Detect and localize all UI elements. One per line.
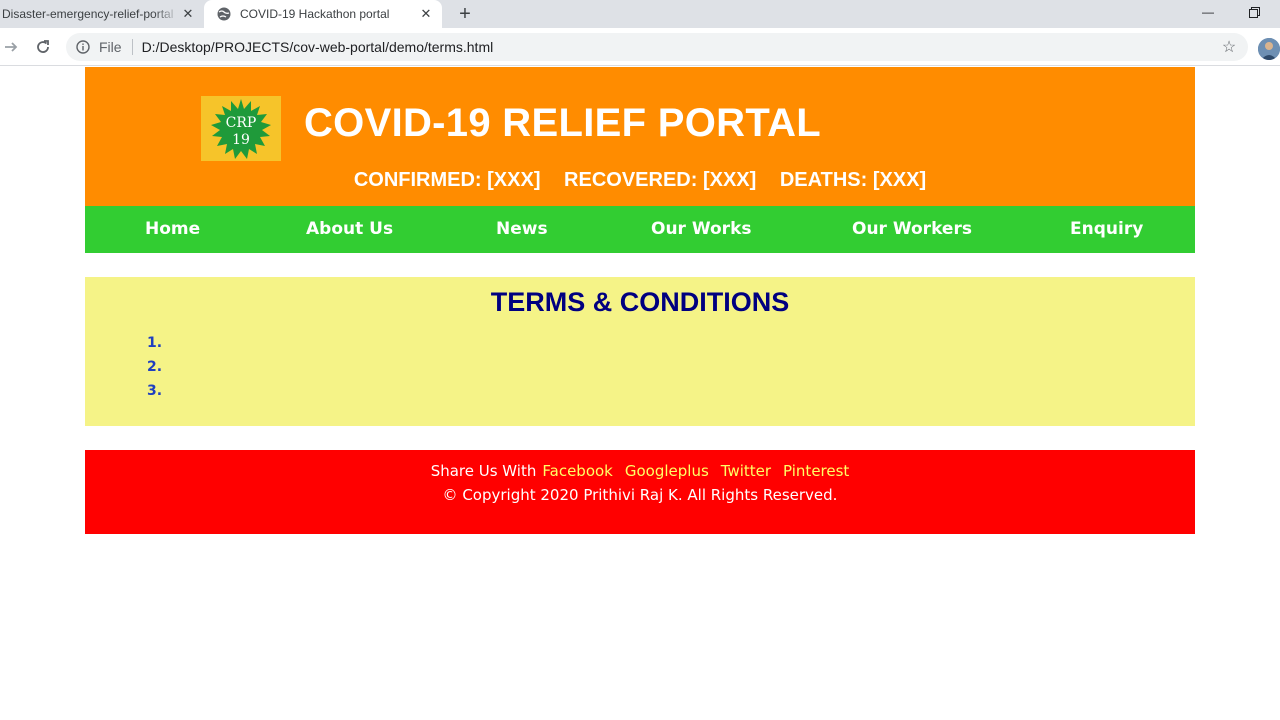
list-item: 2. <box>147 359 163 375</box>
list-item: 1. <box>147 335 163 351</box>
tab-title: Disaster-emergency-relief-portal <box>2 7 174 21</box>
nav-our-works[interactable]: Our Works <box>651 206 752 253</box>
case-stats: CONFIRMED: [XXX] RECOVERED: [XXX] DEATHS… <box>85 169 1195 192</box>
browser-toolbar: File D:/Desktop/PROJECTS/cov-web-portal/… <box>0 28 1280 66</box>
browser-tab-inactive[interactable]: Disaster-emergency-relief-portal ✕ <box>0 0 204 28</box>
main-nav: Home About Us News Our Works Our Workers… <box>85 206 1195 253</box>
site-footer: Share Us With Facebook Googleplus Twitter Pi… <box>85 450 1195 534</box>
nav-enquiry[interactable]: Enquiry <box>1070 206 1143 253</box>
share-line: Share Us With Facebook Googleplus Twitter Pi… <box>85 462 1195 480</box>
restore-window-icon[interactable] <box>1231 0 1277 24</box>
share-prefix: Share Us With <box>430 462 537 480</box>
site-header: CRP 19 COVID-19 RELIEF PORTAL CONFIRMED:… <box>85 67 1195 206</box>
page-container: CRP 19 COVID-19 RELIEF PORTAL CONFIRMED:… <box>85 67 1195 534</box>
nav-our-workers[interactable]: Our Workers <box>852 206 972 253</box>
pinterest-link[interactable]: Pinterest <box>783 462 849 480</box>
googleplus-link[interactable]: Googleplus <box>625 462 709 480</box>
address-bar[interactable]: File D:/Desktop/PROJECTS/cov-web-portal/… <box>66 33 1248 61</box>
recovered-stat: RECOVERED: [XXX] <box>564 169 757 191</box>
info-icon[interactable] <box>75 39 91 55</box>
reload-icon[interactable] <box>32 36 54 58</box>
close-tab-icon[interactable]: ✕ <box>180 6 196 22</box>
bookmark-star-icon[interactable]: ☆ <box>1220 38 1238 56</box>
forward-arrow-icon[interactable] <box>0 36 22 58</box>
globe-icon <box>216 6 232 22</box>
terms-list: 1. 2. 3. <box>147 331 162 403</box>
profile-avatar[interactable] <box>1258 38 1280 60</box>
browser-tab-active[interactable]: COVID-19 Hackathon portal ✕ <box>204 0 442 28</box>
minimize-window-icon[interactable]: — <box>1185 0 1231 24</box>
nav-about-us[interactable]: About Us <box>306 206 393 253</box>
twitter-link[interactable]: Twitter <box>721 462 771 480</box>
site-logo[interactable]: CRP 19 <box>201 96 281 161</box>
close-tab-icon[interactable]: ✕ <box>418 6 434 22</box>
tab-title: COVID-19 Hackathon portal <box>240 7 390 21</box>
nav-news[interactable]: News <box>496 206 548 253</box>
nav-home[interactable]: Home <box>145 206 200 253</box>
copyright-text: © Copyright 2020 Prithivi Raj K. All Rig… <box>442 486 838 504</box>
site-title: COVID-19 RELIEF PORTAL <box>304 101 822 145</box>
address-separator <box>131 39 133 55</box>
logo-text-line2: 19 <box>232 132 250 148</box>
confirmed-stat: CONFIRMED: [XXX] <box>353 169 541 191</box>
new-tab-plus-icon[interactable]: + <box>454 3 476 25</box>
scheme-label: File <box>99 39 122 55</box>
terms-heading: TERMS & CONDITIONS <box>490 287 790 317</box>
terms-section: TERMS & CONDITIONS 1. 2. 3. <box>85 277 1195 426</box>
url-text[interactable]: D:/Desktop/PROJECTS/cov-web-portal/demo/… <box>142 39 494 55</box>
browser-tab-bar: Disaster-emergency-relief-portal ✕ COVID… <box>0 0 1280 28</box>
logo-text-line1: CRP <box>226 115 257 131</box>
list-item: 3. <box>147 383 163 399</box>
facebook-link[interactable]: Facebook <box>542 462 612 480</box>
deaths-stat: DEATHS: [XXX] <box>779 169 927 191</box>
